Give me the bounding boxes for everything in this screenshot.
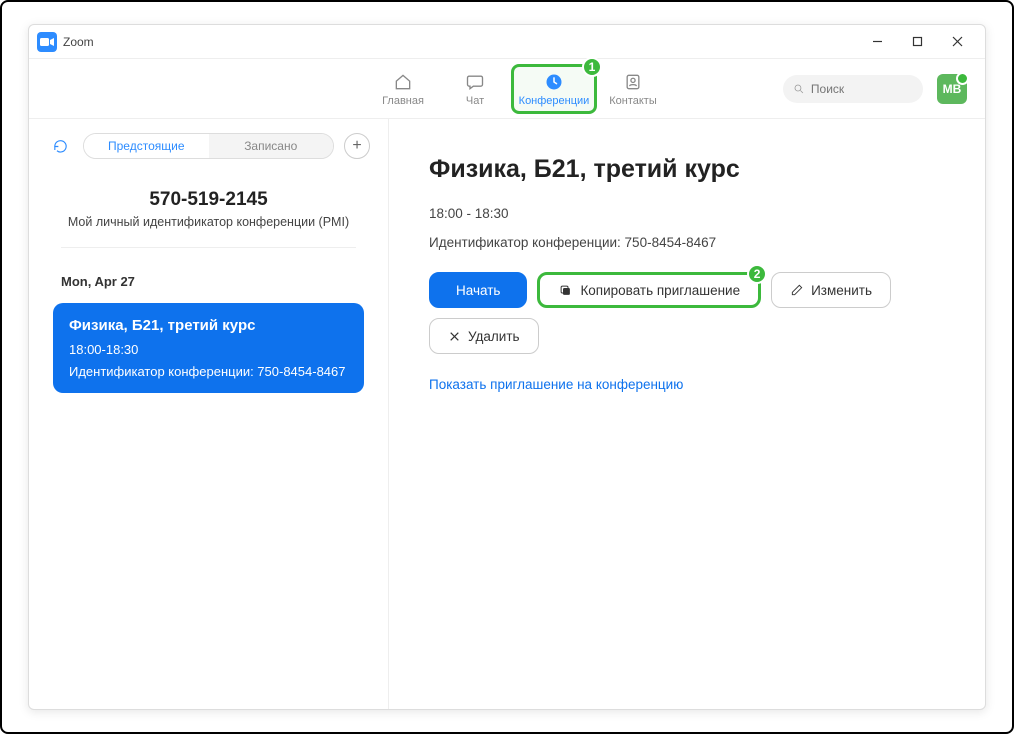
pmi-label: Мой личный идентификатор конференции (PM… (61, 215, 356, 229)
tab-contacts[interactable]: Контакты (597, 64, 669, 114)
copy-invite-button[interactable]: 2 Копировать приглашение (537, 272, 761, 308)
contacts-icon (622, 71, 644, 93)
zoom-logo-icon (37, 32, 57, 52)
meeting-title: Физика, Б21, третий курс (429, 155, 945, 184)
maximize-button[interactable] (897, 27, 937, 57)
window-title: Zoom (63, 35, 94, 49)
copy-icon (558, 283, 573, 298)
meetings-filter: Предстоящие Записано (83, 133, 334, 159)
edit-label: Изменить (811, 283, 872, 298)
sidebar: Предстоящие Записано + 570-519-2145 Мой … (29, 119, 389, 709)
delete-button[interactable]: Удалить (429, 318, 539, 354)
x-icon (448, 330, 461, 343)
tab-meetings-label: Конференции (519, 95, 590, 107)
minimize-button[interactable] (857, 27, 897, 57)
chat-icon (464, 71, 486, 93)
tab-chat-label: Чат (466, 95, 484, 107)
actions: Начать 2 Копировать приглашение Изменить… (429, 272, 945, 354)
pmi-block[interactable]: 570-519-2145 Мой личный идентификатор ко… (61, 179, 356, 248)
close-button[interactable] (937, 27, 977, 57)
main-panel: Физика, Б21, третий курс 18:00 - 18:30 И… (389, 119, 985, 709)
show-invite-link[interactable]: Показать приглашение на конференцию (429, 377, 683, 392)
meeting-time: 18:00 - 18:30 (429, 206, 945, 221)
nav-tabs: Главная Чат 1 Конференции Контакты (367, 64, 669, 114)
search-box[interactable] (783, 75, 923, 103)
meeting-card-time: 18:00-18:30 (69, 342, 348, 357)
search-icon (793, 82, 805, 96)
tab-home-label: Главная (382, 95, 424, 107)
tab-meetings[interactable]: 1 Конференции (511, 64, 597, 114)
app-frame: Zoom Главная Чат 1 Конференции Контакты (0, 0, 1014, 734)
copy-invite-label: Копировать приглашение (580, 283, 740, 298)
titlebar: Zoom (29, 25, 985, 59)
tab-contacts-label: Контакты (609, 95, 657, 107)
edit-button[interactable]: Изменить (771, 272, 891, 308)
meeting-id: Идентификатор конференции: 750-8454-8467 (429, 235, 945, 250)
pencil-icon (790, 283, 804, 297)
delete-label: Удалить (468, 329, 520, 344)
meeting-card[interactable]: Физика, Б21, третий курс 18:00-18:30 Иде… (53, 303, 364, 393)
refresh-button[interactable] (47, 133, 73, 159)
tab-home[interactable]: Главная (367, 64, 439, 114)
meeting-card-id: Идентификатор конференции: 750-8454-8467 (69, 364, 348, 379)
header: Главная Чат 1 Конференции Контакты МВ (29, 59, 985, 119)
clock-icon (543, 71, 565, 93)
annotation-badge-2: 2 (747, 264, 767, 284)
meeting-card-title: Физика, Б21, третий курс (69, 317, 348, 334)
date-label: Mon, Apr 27 (47, 262, 370, 299)
app-window: Zoom Главная Чат 1 Конференции Контакты (28, 24, 986, 710)
start-button[interactable]: Начать (429, 272, 527, 308)
avatar[interactable]: МВ (937, 74, 967, 104)
annotation-badge-1: 1 (582, 57, 602, 77)
search-input[interactable] (811, 82, 913, 96)
pmi-number: 570-519-2145 (61, 189, 356, 211)
filter-upcoming[interactable]: Предстоящие (84, 134, 209, 158)
add-meeting-button[interactable]: + (344, 133, 370, 159)
filter-recorded[interactable]: Записано (209, 134, 334, 158)
tab-chat[interactable]: Чат (439, 64, 511, 114)
body: Предстоящие Записано + 570-519-2145 Мой … (29, 119, 985, 709)
home-icon (392, 71, 414, 93)
